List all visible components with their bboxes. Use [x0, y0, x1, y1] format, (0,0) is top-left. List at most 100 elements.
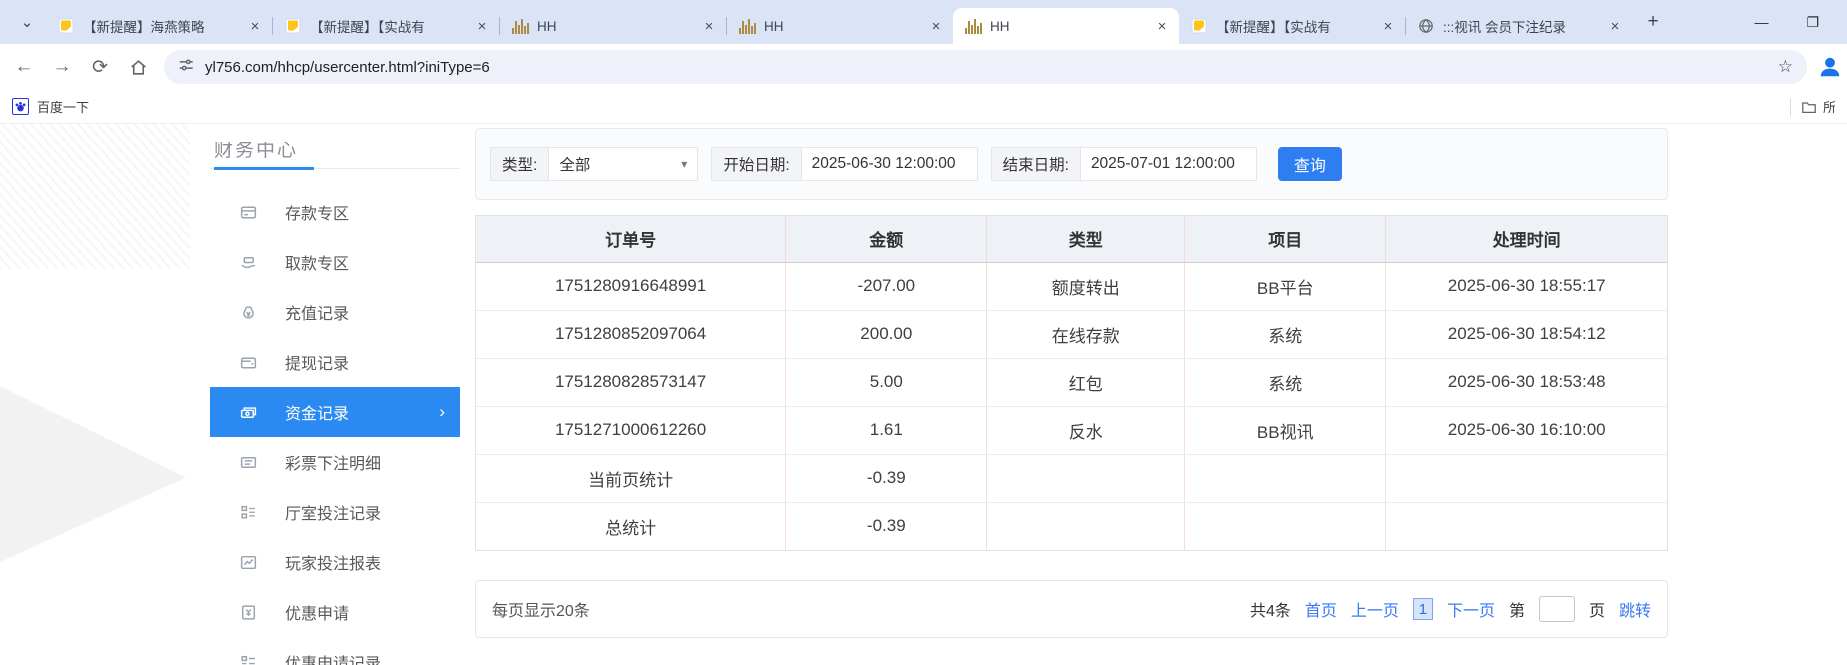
total-count-text: 共4条: [1250, 597, 1291, 621]
tab-strip: ⌄ 【新提醒】海燕策略 × 【新提醒】【实战有 × HH × HH × HH: [0, 0, 1847, 44]
tab-title: HH: [990, 19, 1144, 34]
col-amount: 金额: [786, 216, 987, 262]
sidebar-heading-underline: [210, 168, 460, 169]
maximize-button[interactable]: ❐: [1806, 14, 1819, 31]
tab-close-icon[interactable]: ×: [473, 17, 491, 35]
forum-doc-icon: [58, 18, 74, 34]
baidu-paw-icon: [12, 98, 29, 115]
address-bar[interactable]: yl756.com/hhcp/usercenter.html?iniType=6…: [164, 50, 1807, 84]
tab-4[interactable]: HH ×: [727, 8, 953, 44]
sidebar-item-label: 玩家投注报表: [285, 550, 381, 574]
filter-panel: 类型: 全部 ▾ 开始日期: 结束日期: 查询: [475, 128, 1668, 200]
tab-close-icon[interactable]: ×: [927, 17, 945, 35]
col-project: 项目: [1185, 216, 1386, 262]
new-tab-button[interactable]: +: [1638, 7, 1668, 37]
reload-button[interactable]: ⟳: [82, 49, 118, 85]
sidebar-menu: 存款专区 取款专区 充值记录 提现记录: [210, 187, 460, 665]
sidebar-item-label: 资金记录: [285, 400, 349, 424]
current-page-badge[interactable]: 1: [1413, 598, 1433, 620]
sidebar-heading-text: 财务中心: [214, 142, 298, 158]
minimize-button[interactable]: —: [1754, 14, 1768, 30]
prev-page-link[interactable]: 上一页: [1351, 597, 1399, 621]
jump-page-input[interactable]: [1539, 596, 1575, 622]
jump-prefix-text: 第: [1509, 597, 1525, 621]
table-row-total-stats: 总统计 -0.39: [476, 502, 1667, 550]
cell-stats-label: 总统计: [476, 502, 786, 550]
home-button[interactable]: [120, 49, 156, 85]
sidebar-item-promo-apply[interactable]: 优惠申请: [210, 587, 460, 637]
start-date-label: 开始日期:: [711, 147, 800, 181]
sidebar-item-recharge-records[interactable]: 充值记录: [210, 287, 460, 337]
chevron-down-icon: ▾: [681, 157, 687, 171]
cell-amount: -0.39: [786, 454, 987, 502]
bookmarks-right: 所有书签: [1790, 97, 1835, 116]
sidebar-item-withdraw-zone[interactable]: 取款专区: [210, 237, 460, 287]
sidebar-item-lottery-bet-detail[interactable]: 彩票下注明细: [210, 437, 460, 487]
cell-empty: [1185, 502, 1386, 550]
bookmarks-divider: [1790, 98, 1791, 116]
cell-empty: [987, 454, 1185, 502]
waveform-icon: [739, 18, 755, 34]
cell-amount: 200.00: [786, 310, 987, 358]
cell-empty: [1185, 454, 1386, 502]
sidebar-item-deposit-zone[interactable]: 存款专区: [210, 187, 460, 237]
search-button[interactable]: 查询: [1278, 147, 1342, 181]
waveform-icon: [965, 18, 981, 34]
tab-7[interactable]: :::视讯 会员下注纪录 ×: [1406, 8, 1632, 44]
tab-title: HH: [537, 19, 691, 34]
jump-button[interactable]: 跳转: [1619, 597, 1651, 621]
tab-3[interactable]: HH ×: [500, 8, 726, 44]
end-date-input[interactable]: [1080, 147, 1257, 181]
type-label: 类型:: [490, 147, 548, 181]
cell-empty: [987, 502, 1185, 550]
cell-order-id: 1751271000612260: [476, 406, 786, 454]
cell-process-time: 2025-06-30 18:55:17: [1386, 262, 1667, 310]
jump-suffix-text: 页: [1589, 597, 1605, 621]
wallet-icon: [239, 353, 258, 372]
coupon-icon: [239, 603, 258, 622]
sidebar-item-player-bet-report[interactable]: 玩家投注报表: [210, 537, 460, 587]
tab-close-icon[interactable]: ×: [1153, 17, 1171, 35]
tab-close-icon[interactable]: ×: [700, 17, 718, 35]
bookmark-star-icon[interactable]: ☆: [1778, 57, 1793, 77]
cell-order-id: 1751280828573147: [476, 358, 786, 406]
cell-order-id: 1751280852097064: [476, 310, 786, 358]
tab-close-icon[interactable]: ×: [1606, 17, 1624, 35]
sidebar-item-promo-apply-records[interactable]: 优惠申请记录: [210, 637, 460, 665]
tab-close-icon[interactable]: ×: [246, 17, 264, 35]
tab-search-button[interactable]: ⌄: [12, 7, 42, 37]
cell-type: 额度转出: [987, 262, 1185, 310]
cell-empty: [1386, 502, 1667, 550]
tab-1[interactable]: 【新提醒】海燕策略 ×: [46, 8, 272, 44]
type-select-value: 全部: [559, 153, 590, 175]
back-button[interactable]: ←: [6, 49, 42, 85]
bookmark-baidu[interactable]: 百度一下: [12, 97, 89, 116]
tab-2[interactable]: 【新提醒】【实战有 ×: [273, 8, 499, 44]
tab-5-active[interactable]: HH ×: [953, 8, 1179, 44]
sidebar-item-funds-records[interactable]: 资金记录 ›: [210, 387, 460, 437]
sidebar-item-label: 优惠申请: [285, 600, 349, 624]
cell-amount: -0.39: [786, 502, 987, 550]
col-type: 类型: [987, 216, 1185, 262]
sidebar-item-label: 彩票下注明细: [285, 450, 381, 474]
all-bookmarks-label: 所有书签: [1823, 97, 1835, 116]
type-select[interactable]: 全部 ▾: [548, 147, 698, 181]
forward-button[interactable]: →: [44, 49, 80, 85]
cell-stats-label: 当前页统计: [476, 454, 786, 502]
tab-close-icon[interactable]: ×: [1379, 17, 1397, 35]
tab-6[interactable]: 【新提醒】【实战有 ×: [1179, 8, 1405, 44]
first-page-link[interactable]: 首页: [1305, 597, 1337, 621]
profile-avatar[interactable]: [1815, 52, 1845, 82]
site-info-icon[interactable]: [178, 57, 194, 78]
next-page-link[interactable]: 下一页: [1447, 597, 1495, 621]
start-date-input[interactable]: [801, 147, 978, 181]
sidebar-item-hall-bet-records[interactable]: 厅室投注记录: [210, 487, 460, 537]
cell-project: BB视讯: [1185, 406, 1386, 454]
url-text[interactable]: yl756.com/hhcp/usercenter.html?iniType=6: [205, 59, 1767, 76]
table-row-page-stats: 当前页统计 -0.39: [476, 454, 1667, 502]
forum-doc-icon: [1191, 18, 1207, 34]
all-bookmarks-button[interactable]: 所有书签: [1801, 97, 1835, 116]
table-row: 1751271000612260 1.61 反水 BB视讯 2025-06-30…: [476, 406, 1667, 454]
sidebar-item-label: 取款专区: [285, 250, 349, 274]
sidebar-item-withdraw-records[interactable]: 提现记录: [210, 337, 460, 387]
